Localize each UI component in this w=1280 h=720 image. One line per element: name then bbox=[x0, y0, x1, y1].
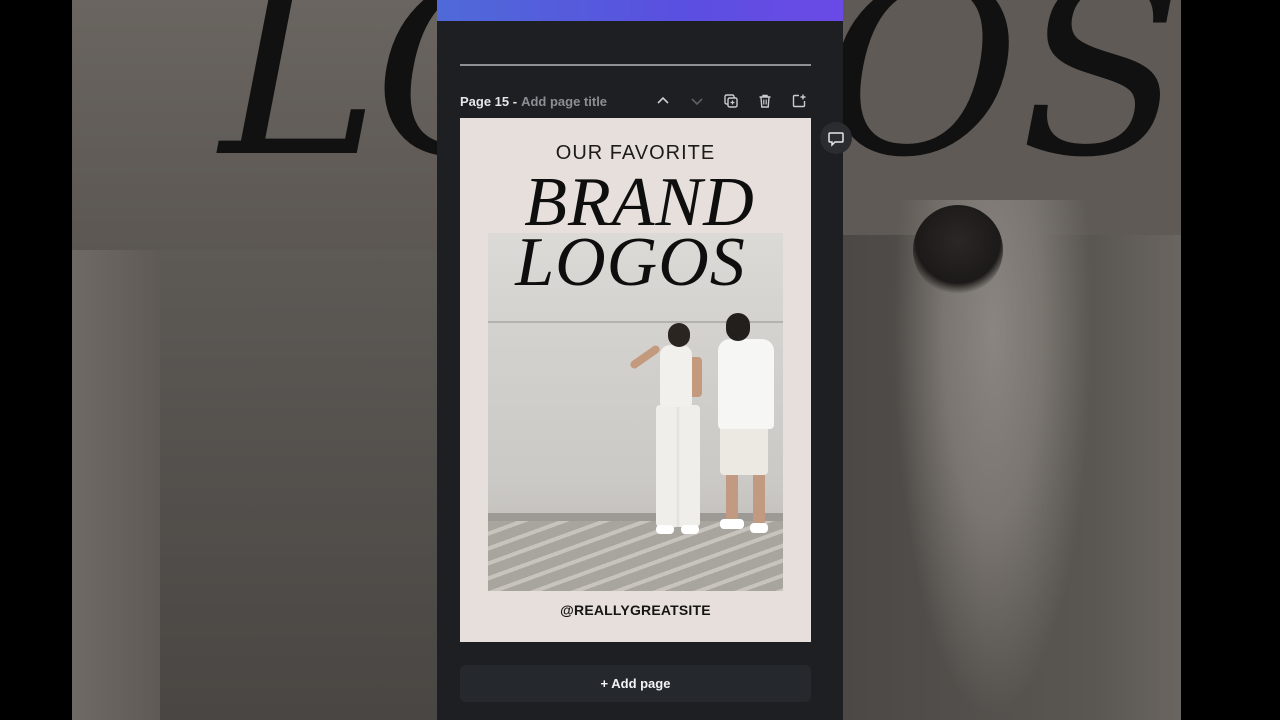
person-2-leg bbox=[726, 473, 738, 521]
background-wall-lower bbox=[160, 250, 437, 720]
person-2-shoe bbox=[720, 519, 744, 529]
page-title-input[interactable]: Add page title bbox=[521, 94, 607, 109]
person-2-head bbox=[726, 313, 750, 341]
background-right-panel: OS bbox=[843, 0, 1280, 720]
design-subheading[interactable]: OUR FAVORITE bbox=[460, 142, 811, 165]
ground bbox=[488, 521, 783, 591]
person-1-pants bbox=[656, 405, 700, 527]
page-header: Page 15 - Add page title bbox=[460, 90, 811, 112]
person-1-shoe bbox=[656, 525, 674, 534]
background-left-panel: LO bbox=[0, 0, 437, 720]
person-1-shoe bbox=[681, 525, 699, 534]
previous-page-edge bbox=[460, 64, 811, 66]
person-2-shirt bbox=[718, 339, 774, 429]
background-ghost-text: LO bbox=[220, 0, 437, 210]
chevron-down-icon[interactable] bbox=[685, 90, 709, 112]
page-number-label: Page 15 - bbox=[460, 93, 518, 109]
duplicate-icon[interactable] bbox=[719, 90, 743, 112]
background-person-head bbox=[913, 205, 1003, 295]
person-1-arm bbox=[628, 343, 662, 371]
person-2-leg bbox=[753, 473, 765, 523]
design-canvas[interactable]: OUR FAVORITE BRAND LOGOS @REALLYGREATSIT… bbox=[460, 118, 811, 642]
person-1-top bbox=[660, 345, 692, 407]
design-title-logos[interactable]: LOGOS bbox=[460, 228, 811, 298]
person-1-head bbox=[668, 323, 690, 347]
comment-icon[interactable] bbox=[820, 122, 852, 154]
share-add-icon[interactable] bbox=[787, 90, 811, 112]
top-toolbar bbox=[437, 0, 843, 21]
design-handle[interactable]: @REALLYGREATSITE bbox=[460, 602, 811, 618]
page-actions bbox=[651, 90, 811, 112]
background-ghost-text: OS bbox=[843, 0, 1185, 210]
add-page-button[interactable]: + Add page bbox=[460, 665, 811, 702]
trash-icon[interactable] bbox=[753, 90, 777, 112]
person-2-shorts bbox=[720, 423, 768, 475]
add-page-label: + Add page bbox=[600, 676, 671, 691]
person-2-shoe bbox=[750, 523, 768, 533]
chevron-up-icon[interactable] bbox=[651, 90, 675, 112]
